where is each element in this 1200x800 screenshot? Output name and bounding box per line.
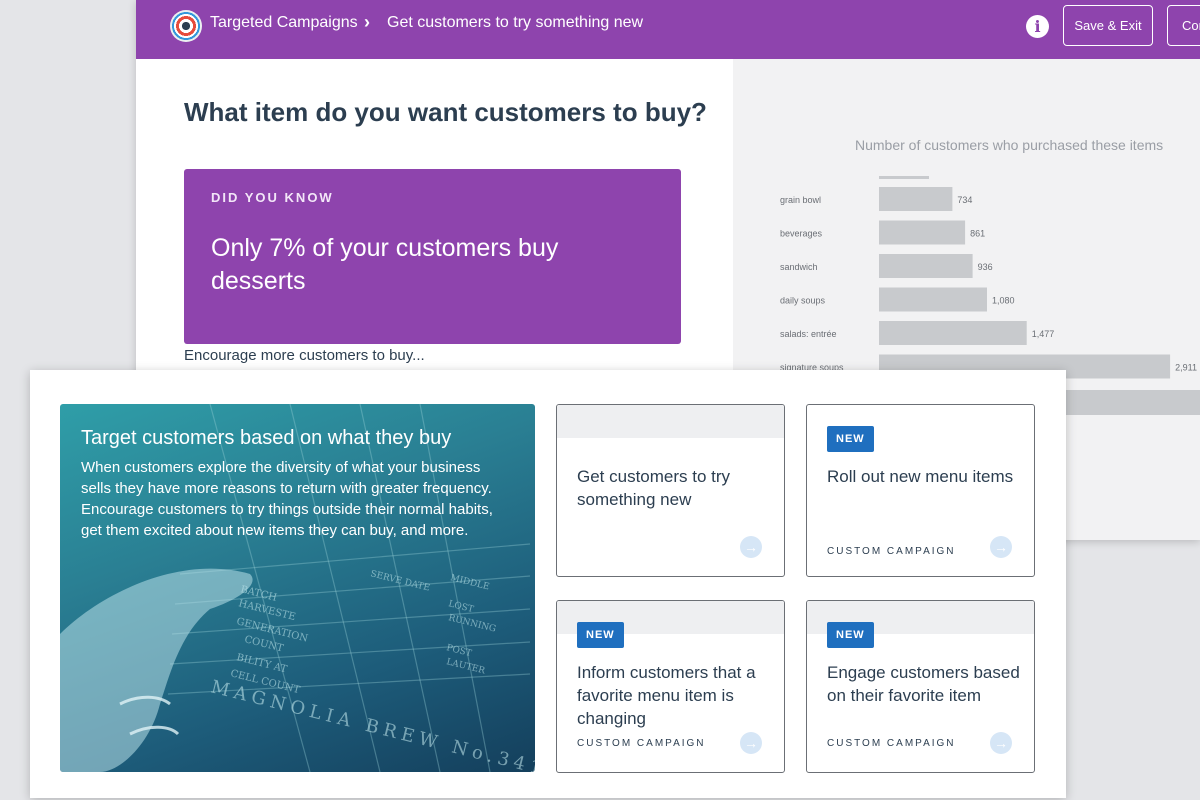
chart-value-label: 861 [970,229,985,239]
chart-bar[interactable] [879,254,973,278]
svg-text:RUNNING: RUNNING [447,613,497,634]
chart-bar[interactable] [879,187,953,211]
did-you-know-card: DID YOU KNOW Only 7% of your customers b… [184,169,681,344]
arrow-right-circle-icon[interactable]: → [740,536,762,558]
svg-text:MAGNOLIA BREW No.341: MAGNOLIA BREW No.341 [209,676,535,772]
chart-category-label: daily soups [780,296,826,306]
chart-value-label: 2,911 [1175,363,1197,373]
breadcrumb-targeted-campaigns[interactable]: Targeted Campaigns [210,14,358,32]
page-title: What item do you want customers to buy? [184,97,707,127]
chart-category-label: sandwich [780,262,818,272]
card-header-strip [557,405,784,438]
campaign-card-favorite-item-changing[interactable]: NEW Inform customers that a favorite men… [556,600,785,773]
campaign-card-try-something-new[interactable]: Get customers to try something new → [556,404,785,577]
chevron-right-icon: › [364,12,370,32]
card-title: Get customers to try something new [577,467,731,509]
info-icon[interactable]: i [1026,15,1049,38]
card-subtitle: CUSTOM CAMPAIGN [827,546,956,557]
save-exit-button[interactable]: Save & Exit [1063,5,1153,46]
new-badge: NEW [577,622,624,648]
chart-value-label: 936 [978,262,993,272]
continue-button[interactable]: Continue [1167,5,1200,46]
chart-bar[interactable] [879,287,987,312]
hero-description: When customers explore the diversity of … [81,459,493,539]
new-badge: NEW [827,426,874,452]
card-title: Roll out new menu items [827,467,1014,486]
encourage-text: Encourage more customers to buy... [184,347,425,364]
card-title: Engage customers based on their favorite… [827,663,1020,705]
top-bar: Targeted Campaigns › Get customers to tr… [136,0,1200,59]
chart-bar[interactable] [879,321,1027,345]
arrow-right-circle-icon[interactable]: → [740,732,762,754]
chart-bar-cap [879,176,929,179]
did-you-know-text: Only 7% of your customers buy desserts [211,234,559,295]
card-title: Inform customers that a favorite menu it… [577,663,756,728]
arrow-right-circle-icon[interactable]: → [990,536,1012,558]
breadcrumb-current-campaign: Get customers to try something new [387,14,644,31]
card-subtitle: CUSTOM CAMPAIGN [577,738,706,749]
svg-text:LAUTER: LAUTER [445,657,486,676]
new-badge: NEW [827,622,874,648]
campaign-type-picker: MAGNOLIA BREW No.341 BATCH HARVESTE GENE… [30,370,1066,798]
card-subtitle: CUSTOM CAMPAIGN [827,738,956,749]
campaign-card-favorite-item-engage[interactable]: NEW Engage customers based on their favo… [806,600,1035,773]
target-icon[interactable] [170,10,202,42]
chart-value-label: 1,080 [992,296,1015,306]
chart-category-label: salads: entrée [780,329,837,339]
chart-bar[interactable] [879,220,966,245]
chart-value-label: 734 [957,195,972,205]
arrow-right-circle-icon[interactable]: → [990,732,1012,754]
chart-category-label: grain bowl [780,195,821,205]
chart-category-label: beverages [780,229,823,239]
hero-banner: MAGNOLIA BREW No.341 BATCH HARVESTE GENE… [60,404,535,772]
campaign-card-new-menu-items[interactable]: NEW Roll out new menu items CUSTOM CAMPA… [806,404,1035,577]
hero-title: Target customers based on what they buy [81,427,452,449]
did-you-know-label: DID YOU KNOW [211,190,334,205]
chart-title: Number of customers who purchased these … [855,137,1164,153]
chart-value-label: 1,477 [1032,329,1055,339]
purchases-bar-chart: grain bowl 734 beverages 861 sandwich 936 dail… [780,176,1197,379]
